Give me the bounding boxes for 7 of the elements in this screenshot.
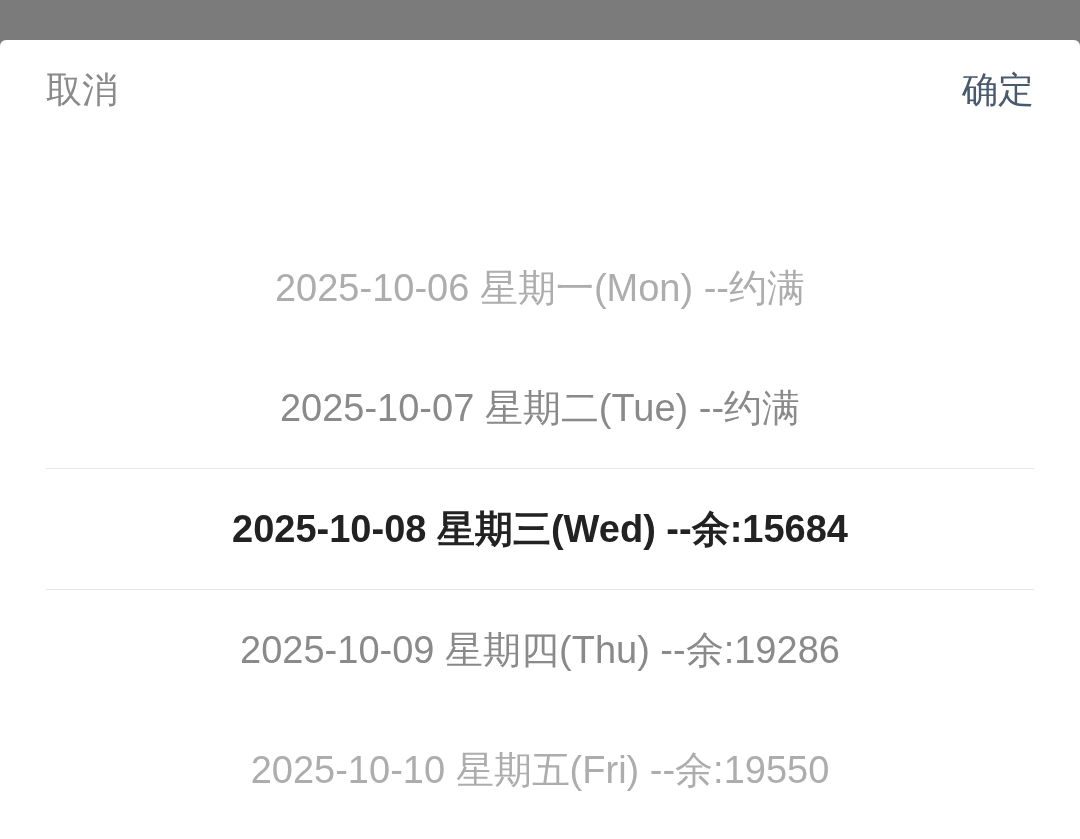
date-option[interactable]: 2025-10-10 星期五(Fri) --余:19550	[46, 710, 1034, 830]
cancel-button[interactable]: 取消	[46, 65, 118, 115]
date-option[interactable]: 2025-10-07 星期二(Tue) --约满	[46, 348, 1034, 468]
confirm-button[interactable]: 确定	[962, 65, 1034, 115]
date-option[interactable]: 2025-10-09 星期四(Thu) --余:19286	[46, 590, 1034, 710]
date-option[interactable]: 2025-10-06 星期一(Mon) --约满	[46, 228, 1034, 348]
date-option[interactable]: 2025-10-08 星期三(Wed) --余:15684	[46, 468, 1034, 590]
